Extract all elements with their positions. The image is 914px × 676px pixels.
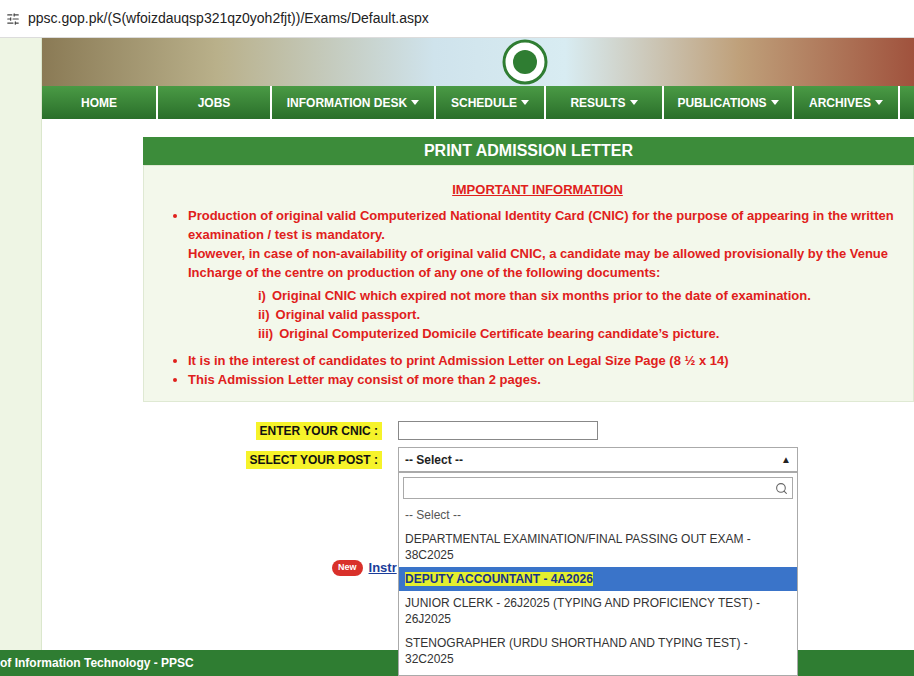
post-row: SELECT YOUR POST : -- Select --▲-- Select… [143,447,914,472]
nav-bar: HOMEJOBSINFORMATION DESKSCHEDULERESULTSP… [42,86,914,119]
page: ppsc.gop.pk/(S(wfoizdauqsp321qz0yoh2fjt)… [0,0,914,676]
dropdown-option[interactable]: STENOGRAPHER (URDU SHORTHAND AND TYPING … [399,631,797,671]
arrow-icon: ▲ [781,452,791,467]
cnic-input[interactable] [398,421,598,440]
site-info-icon[interactable] [6,12,20,26]
nav-item[interactable]: PUBLICATIONS [664,86,794,119]
dropdown-search[interactable] [403,477,793,499]
doc-item: iii)Original Computerized Domicile Certi… [258,324,901,343]
banner [42,38,914,86]
caret-icon [521,100,529,105]
panel-header: PRINT ADMISSION LETTER [143,137,914,165]
info-bullet: Production of original valid Computerize… [188,206,901,343]
doc-item: i)Original CNIC which expired not more t… [258,286,901,305]
dropdown-option[interactable]: -- Select -- [399,503,797,527]
dropdown-option[interactable]: JUNIOR CLERK - 26J2025 (TYPING AND PROFI… [399,591,797,631]
page-body: HOMEJOBSINFORMATION DESKSCHEDULERESULTSP… [0,38,914,650]
dropdown-option[interactable]: DEPUTY ACCOUNTANT - 4A2026 [399,567,797,591]
info-list: Production of original valid Computerize… [174,206,901,389]
info-box: IMPORTANT INFORMATION Production of origi… [143,165,914,402]
ppsc-logo-icon [502,39,548,85]
left-strip [0,38,42,650]
nav-item[interactable]: JOBS [158,86,272,119]
caret-icon [630,100,638,105]
doc-item: ii)Original valid passport. [258,305,901,324]
info-bullet: It is in the interest of candidates to p… [188,351,901,370]
search-icon [775,482,788,495]
new-badge: New [332,560,363,576]
nav-item[interactable]: SCHEDULE [436,86,546,119]
url-text[interactable]: ppsc.gop.pk/(S(wfoizdauqsp321qz0yoh2fjt)… [28,8,429,29]
info-heading: IMPORTANT INFORMATION [174,180,901,199]
info-bullet: This Admission Letter may consist of mor… [188,370,901,389]
instructions-link[interactable]: Instr [369,558,397,578]
caret-icon [771,100,779,105]
nav-item[interactable]: RESULTS [546,86,664,119]
cnic-row: ENTER YOUR CNIC : [143,421,914,440]
main-area: PRINT ADMISSION LETTERIMPORTANT INFORMAT… [42,119,914,650]
post-select[interactable]: -- Select --▲-- Select --DEPARTMENTAL EX… [398,447,798,472]
cnic-label: ENTER YOUR CNIC : [256,422,382,440]
nav-item[interactable]: ARCHIVES [794,86,900,119]
doc-list: i)Original CNIC which expired not more t… [188,286,901,343]
dropdown-option[interactable]: DEPARTMENTAL EXAMINATION/FINAL PASSING O… [399,527,797,567]
caret-icon [875,100,883,105]
caret-icon [411,100,419,105]
post-dropdown: -- Select --DEPARTMENTAL EXAMINATION/FIN… [398,472,798,676]
nav-item[interactable]: INFORMATION DESK [272,86,436,119]
post-label: SELECT YOUR POST : [246,451,382,469]
address-bar[interactable]: ppsc.gop.pk/(S(wfoizdauqsp321qz0yoh2fjt)… [0,0,914,38]
nav-item[interactable]: HOME [42,86,158,119]
content-column: HOMEJOBSINFORMATION DESKSCHEDULERESULTSP… [42,38,914,650]
info-note: However, in case of non-availability of … [188,244,901,282]
